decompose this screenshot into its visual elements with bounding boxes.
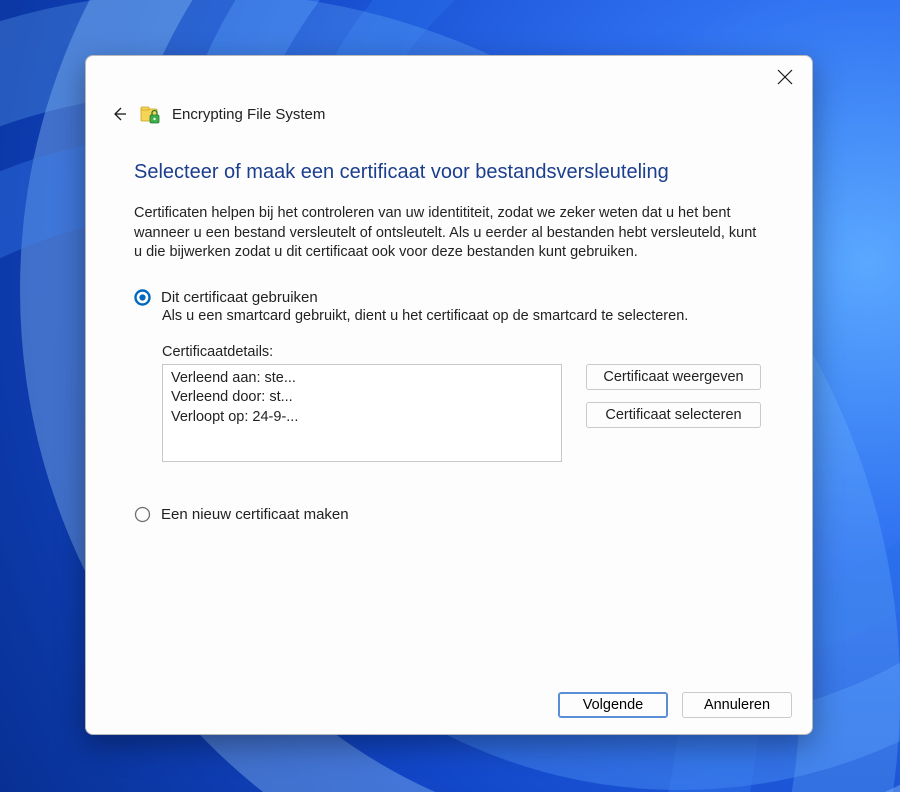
page-title: Selecteer of maak een certificaat voor b… — [134, 161, 764, 184]
cancel-button[interactable]: Annuleren — [682, 692, 792, 718]
cert-details-box: Verleend aan: ste... Verleend door: st..… — [162, 364, 562, 462]
select-certificate-button[interactable]: Certificaat selecteren — [586, 402, 761, 428]
view-certificate-button[interactable]: Certificaat weergeven — [586, 364, 761, 390]
next-button[interactable]: Volgende — [558, 692, 668, 718]
cert-expires: Verloopt op: 24-9-... — [171, 408, 553, 428]
dialog-title: Encrypting File System — [172, 106, 325, 123]
page-description: Certificaten helpen bij het controleren … — [134, 204, 764, 263]
cert-issued-to: Verleend aan: ste... — [171, 369, 553, 389]
radio-use-subtext: Als u een smartcard gebruikt, dient u he… — [162, 308, 764, 324]
cert-issued-by: Verleend door: st... — [171, 388, 553, 408]
radio-new-label: Een nieuw certificaat maken — [161, 506, 349, 523]
radio-create-new-certificate[interactable] — [134, 506, 151, 523]
radio-use-this-certificate[interactable] — [134, 289, 151, 306]
efs-wizard-dialog: Encrypting File System Selecteer of maak… — [85, 55, 813, 735]
efs-folder-lock-icon — [140, 102, 160, 126]
back-button[interactable] — [110, 105, 128, 123]
cert-details-label: Certificaatdetails: — [162, 344, 764, 360]
close-button[interactable] — [776, 68, 794, 86]
radio-use-label: Dit certificaat gebruiken — [161, 289, 318, 306]
